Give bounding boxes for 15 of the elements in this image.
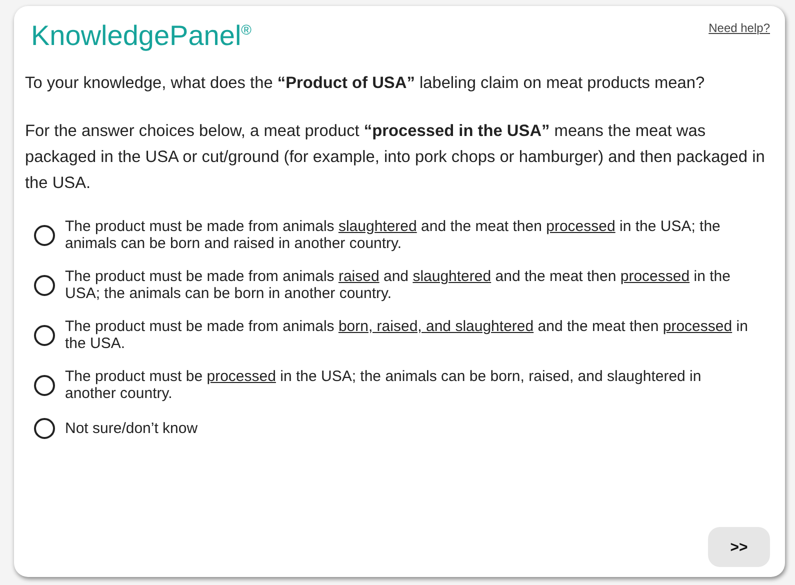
radio-button[interactable] [34, 274, 55, 296]
question-text: To your knowledge, what does the “Product of USA” labeling claim on meat products mean? [25, 73, 706, 94]
option-label[interactable]: The product must be made from animals slaughtered and the meat then processed in the USA; the animals can be born and raised in another country. [65, 218, 770, 252]
option-label[interactable]: The product must be processed in the USA; the animals can be born, raised, and slaughtered in another country. [65, 368, 770, 402]
instruction-text: For the answer choices below, a meat product “processed in the USA” means the meat was packaged in the USA or cut/ground (for example, into pork chops or hamburger) and then packaged in the USA. [25, 121, 766, 194]
option-label[interactable]: Not sure/don’t know [65, 420, 212, 437]
option-label[interactable]: The product must be made from animals raised and slaughtered and the meat then processed in the USA; the animals can be born in another country. [65, 268, 770, 302]
radio-button[interactable] [34, 324, 55, 346]
radio-button[interactable] [34, 224, 55, 246]
radio-button[interactable] [34, 374, 55, 396]
radio-button[interactable] [34, 418, 55, 439]
logo: KnowledgePanel$^{®}$ [31, 20, 252, 52]
help-link[interactable]: Need help? [708, 21, 770, 35]
next-button[interactable]: >> [708, 527, 770, 567]
option-label[interactable]: The product must be made from animals born, raised, and slaughtered and the meat then processed in the USA. [65, 318, 770, 352]
